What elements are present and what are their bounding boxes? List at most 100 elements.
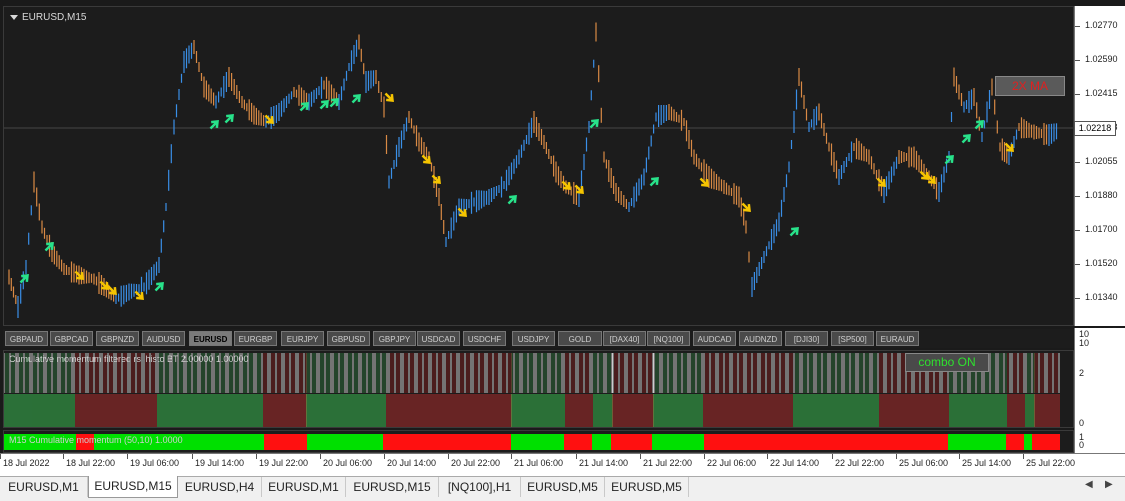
momentum-segment: [1006, 434, 1024, 450]
symbol-button-eurgbp[interactable]: EURGBP: [234, 331, 277, 346]
momentum-segment: [1032, 434, 1060, 450]
chart-title: EURUSD,M15: [10, 12, 86, 23]
price-tick-label: 1.01880: [1075, 190, 1118, 200]
indicator2-axis: 1 0: [1074, 430, 1125, 453]
candlestick-plot: [4, 22, 1073, 318]
symbol-button-audusd[interactable]: AUDUSD: [142, 331, 185, 346]
symbol-button-usdjpy[interactable]: USDJPY: [512, 331, 555, 346]
price-axis[interactable]: 1.02770 1.02590 1.02415 1.02218 1.02055 1.018…: [1074, 6, 1125, 336]
time-tick-label: 18 Jul 22:00: [62, 454, 116, 468]
tab-eurusd-m1[interactable]: EURUSD,M1: [0, 477, 88, 497]
momentum-segment: [652, 434, 704, 450]
indicator1-axis: 2 0: [1074, 350, 1125, 430]
momentum-segment: [877, 434, 948, 450]
time-tick-label: 25 Jul 22:00: [1022, 454, 1076, 468]
time-tick-label: 18 Jul 2022: [0, 454, 50, 468]
price-tick-label: 1.02770: [1075, 20, 1118, 30]
axis-label: 0: [1079, 418, 1085, 428]
buy-arrow-icon: [351, 94, 361, 104]
symbol-button-usdchf[interactable]: USDCHF: [463, 331, 506, 346]
buy-arrow-icon: [789, 227, 799, 237]
time-tick-label: 21 Jul 06:00: [510, 454, 564, 468]
price-tick-label: 1.01340: [1075, 292, 1118, 302]
symbol-button-sp500[interactable]: [SP500]: [831, 331, 874, 346]
buy-arrow-icon: [224, 114, 234, 124]
symbol-button-gbpjpy[interactable]: GBPJPY: [373, 331, 416, 346]
axis-label: 10: [1079, 338, 1090, 348]
tab--nq100-h1[interactable]: [NQ100],H1: [439, 477, 521, 497]
time-tick-label: 19 Jul 14:00: [191, 454, 245, 468]
price-tick-label: 1.02055: [1075, 156, 1118, 166]
ma-label[interactable]: 2X MA: [995, 76, 1065, 96]
price-chart[interactable]: EURUSD,M15: [3, 6, 1074, 326]
price-tick-label: 1.01700: [1075, 224, 1118, 234]
price-tick-label: 1.02590: [1075, 54, 1118, 64]
time-tick-label: 25 Jul 14:00: [958, 454, 1012, 468]
buy-arrow-icon: [209, 120, 219, 130]
tab-eurusd-h4[interactable]: EURUSD,H4: [178, 477, 262, 497]
tab-scroll-right-icon[interactable]: ▶: [1105, 479, 1113, 490]
symbol-button-bar: GBPAUD GBPCAD GBPNZD AUDUSD EURUSD EURGBP EURJ…: [3, 329, 1074, 348]
indicator-momentum-panel[interactable]: M15 Cumulative momentum (50,10) 1.0000: [3, 430, 1074, 453]
symbol-button-nq100[interactable]: [NQ100]: [647, 331, 690, 346]
buy-arrow-icon: [19, 274, 29, 284]
time-tick-label: 21 Jul 22:00: [639, 454, 693, 468]
tab-eurusd-m15[interactable]: EURUSD,M15: [346, 477, 439, 497]
time-axis: 18 Jul 2022 18 Jul 22:00 19 Jul 06:00 19 Ju…: [0, 453, 1125, 476]
time-tick-label: 22 Jul 06:00: [703, 454, 757, 468]
indicator1-title: Cumulative momentum filtered rsi histo B…: [9, 354, 249, 364]
time-tick-label: 20 Jul 14:00: [383, 454, 437, 468]
time-tick-label: 20 Jul 06:00: [319, 454, 373, 468]
tab-eurusd-m5[interactable]: EURUSD,M5: [605, 477, 689, 497]
symbol-button-usdcad[interactable]: USDCAD: [417, 331, 460, 346]
momentum-segment: [307, 434, 383, 450]
time-tick-label: 22 Jul 22:00: [831, 454, 885, 468]
axis-label: 2: [1079, 368, 1085, 378]
buy-arrow-icon: [154, 282, 164, 292]
chart-symbol-label: EURUSD,M15: [22, 12, 87, 23]
symbol-button-dax40[interactable]: [DAX40]: [603, 331, 646, 346]
momentum-segment: [564, 434, 592, 450]
tab-eurusd-m15[interactable]: EURUSD,M15: [88, 476, 178, 498]
buy-arrow-icon: [649, 177, 659, 187]
momentum-segment: [592, 434, 611, 450]
symbol-button-audcad[interactable]: AUDCAD: [693, 331, 736, 346]
chart-tabs: ◀ ▶ EURUSD,M1 EURUSD,M15 EURUSD,H4 EURUSD,M…: [0, 476, 1125, 501]
time-tick-label: 25 Jul 06:00: [895, 454, 949, 468]
symbol-button-eurjpy[interactable]: EURJPY: [281, 331, 324, 346]
combo-toggle-button[interactable]: combo ON: [905, 353, 989, 372]
momentum-segment: [948, 434, 1006, 450]
symbol-button-gbpcad[interactable]: GBPCAD: [50, 331, 93, 346]
time-tick-label: 19 Jul 22:00: [255, 454, 309, 468]
tab-scroll-left-icon[interactable]: ◀: [1085, 479, 1093, 490]
momentum-segment: [704, 434, 877, 450]
momentum-segment: [383, 434, 511, 450]
buy-arrow-icon: [319, 100, 329, 110]
axis-label: 0: [1079, 440, 1085, 450]
time-tick-label: 19 Jul 06:00: [126, 454, 180, 468]
price-tick-label: 1.01520: [1075, 258, 1118, 268]
symbol-button-audnzd[interactable]: AUDNZD: [739, 331, 782, 346]
momentum-segment: [611, 434, 652, 450]
collapse-triangle-icon[interactable]: [10, 14, 18, 20]
time-tick-label: 22 Jul 14:00: [766, 454, 820, 468]
symbol-button-euraud[interactable]: EURAUD: [876, 331, 919, 346]
momentum-segment: [264, 434, 307, 450]
current-price-label: 1.02218: [1074, 121, 1116, 136]
time-tick-label: 20 Jul 22:00: [447, 454, 501, 468]
buy-arrow-icon: [507, 195, 517, 205]
indicator1-top-axis: 10 10: [1074, 328, 1125, 350]
price-tick-label: 1.02415: [1075, 88, 1118, 98]
symbol-button-gbpusd[interactable]: GBPUSD: [327, 331, 370, 346]
symbol-button-gold[interactable]: GOLD: [558, 331, 602, 346]
symbol-button-gbpnzd[interactable]: GBPNZD: [96, 331, 139, 346]
buy-arrow-icon: [961, 134, 971, 144]
symbol-button-gbpaud[interactable]: GBPAUD: [5, 331, 48, 346]
symbol-button-dji30[interactable]: [DJI30]: [785, 331, 828, 346]
indicator2-title: M15 Cumulative momentum (50,10) 1.0000: [9, 435, 183, 445]
momentum-segment: [1024, 434, 1032, 450]
tab-eurusd-m5[interactable]: EURUSD,M5: [521, 477, 605, 497]
symbol-button-eurusd[interactable]: EURUSD: [189, 331, 232, 346]
tab-eurusd-m1[interactable]: EURUSD,M1: [262, 477, 346, 497]
momentum-segment: [511, 434, 564, 450]
